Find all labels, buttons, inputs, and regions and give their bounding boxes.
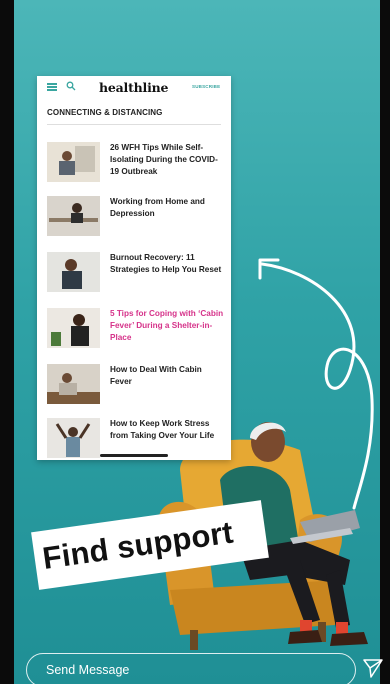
- search-icon: [66, 81, 76, 91]
- section-title: CONNECTING & DISTANCING: [47, 108, 163, 117]
- article-title: Burnout Recovery: 11 Strategies to Help …: [110, 253, 222, 274]
- article-thumbnail: [47, 308, 100, 348]
- scroll-indicator: [100, 454, 168, 457]
- list-item: How to Keep Work Stress from Taking Over…: [47, 418, 223, 458]
- article-thumbnail: [47, 364, 100, 404]
- send-message-input[interactable]: Send Message: [26, 653, 356, 684]
- article-title: Working from Home and Depression: [110, 197, 205, 218]
- article-thumbnail: [47, 196, 100, 236]
- list-item: Burnout Recovery: 11 Strategies to Help …: [47, 252, 223, 292]
- divider: [47, 124, 221, 125]
- story-view: healthline SUBSCRIBE CONNECTING & DISTAN…: [0, 0, 390, 684]
- send-icon[interactable]: [362, 657, 384, 679]
- message-placeholder: Send Message: [46, 663, 130, 677]
- article-title: 26 WFH Tips While Self-Isolating During …: [110, 143, 218, 176]
- subscribe-link: SUBSCRIBE: [192, 84, 221, 89]
- article-thumbnail: [47, 142, 100, 182]
- article-title: How to Deal With Cabin Fever: [110, 365, 202, 386]
- card-header: healthline SUBSCRIBE: [37, 76, 231, 98]
- article-title: How to Keep Work Stress from Taking Over…: [110, 419, 215, 440]
- article-thumbnail: [47, 418, 100, 458]
- list-item: 5 Tips for Coping with ‘Cabin Fever’ Dur…: [47, 308, 223, 348]
- brand-logo: healthline: [99, 80, 169, 95]
- healthline-screenshot-card: healthline SUBSCRIBE CONNECTING & DISTAN…: [37, 76, 231, 460]
- menu-icon: [47, 83, 57, 91]
- list-item: Working from Home and Depression: [47, 196, 223, 236]
- article-title-highlighted: 5 Tips for Coping with ‘Cabin Fever’ Dur…: [110, 309, 224, 342]
- list-item: How to Deal With Cabin Fever: [47, 364, 223, 404]
- article-thumbnail: [47, 252, 100, 292]
- story-left-edge: [0, 0, 14, 684]
- list-item: 26 WFH Tips While Self-Isolating During …: [47, 142, 223, 182]
